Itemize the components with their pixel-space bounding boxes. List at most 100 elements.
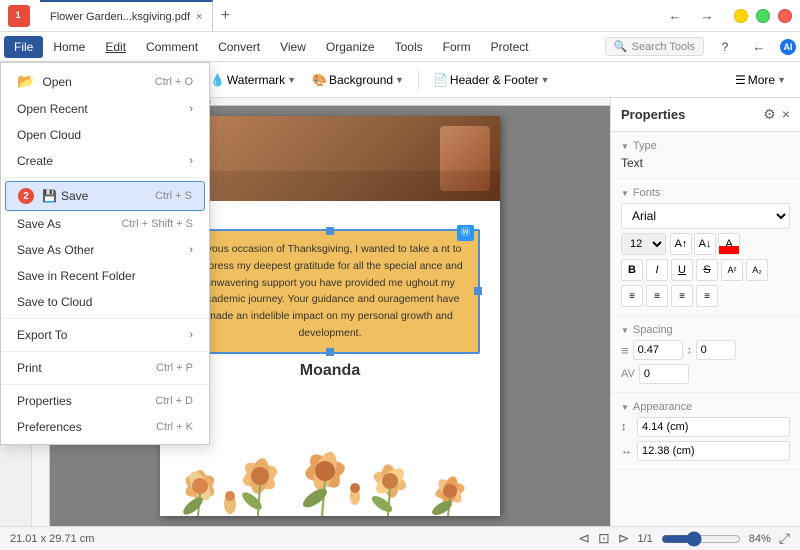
pdf-content: joyous occasion of Thanksgiving, I wante… — [160, 201, 500, 398]
text-style-row: B I U S A² A₂ — [621, 259, 790, 281]
watermark-icon: 💧 — [210, 73, 225, 87]
help-btn[interactable]: ? — [712, 37, 738, 57]
more-icon: ☰ — [735, 73, 746, 87]
toolbar-header-footer[interactable]: 📄 Header & Footer ▼ — [427, 69, 556, 91]
forward-btn[interactable]: → — [694, 6, 720, 26]
menu-view[interactable]: View — [270, 36, 316, 58]
minimize-btn[interactable] — [734, 9, 748, 23]
menu-comment[interactable]: Comment — [136, 36, 208, 58]
menu-edit[interactable]: Edit — [95, 36, 136, 58]
panel-fonts-section: Fonts Arial Times New Roman Helvetica 12… — [611, 179, 800, 316]
menu-save-as-other[interactable]: Save As Other › — [1, 237, 209, 263]
align-center-btn[interactable]: ≡ — [646, 285, 668, 307]
header-footer-arrow: ▼ — [541, 75, 550, 85]
zoom-level: 84% — [749, 533, 771, 545]
font-size-down-btn[interactable]: A↓ — [694, 233, 716, 255]
fit-page-btn[interactable]: ⊡ — [598, 530, 610, 547]
panel-settings-icon[interactable]: ⚙ — [763, 106, 776, 123]
back-btn[interactable]: ← — [662, 6, 688, 26]
menu-save-recent-folder[interactable]: Save in Recent Folder — [1, 263, 209, 289]
menu-open-cloud[interactable]: Open Cloud — [1, 122, 209, 148]
resize-handle-bottom[interactable] — [326, 348, 334, 356]
watermark-arrow: ▼ — [287, 75, 296, 85]
next-page-btn[interactable]: ⊳ — [618, 530, 630, 547]
panel-header: Properties ⚙ × — [611, 98, 800, 132]
menu-home[interactable]: Home — [43, 36, 95, 58]
zoom-slider[interactable] — [661, 531, 741, 547]
menu-export[interactable]: Export To › — [1, 322, 209, 348]
width-input[interactable] — [637, 441, 790, 461]
tab-area: Flower Garden...ksgiving.pdf × + — [40, 0, 654, 31]
underline-btn[interactable]: U — [671, 259, 693, 281]
fonts-label: Fonts — [621, 187, 790, 199]
menu-open-recent[interactable]: Open Recent › — [1, 96, 209, 122]
panel-type-section: Type Text — [611, 132, 800, 179]
menu-preferences[interactable]: Preferences Ctrl + K — [1, 414, 209, 440]
font-size-select[interactable]: 12 10 14 16 — [621, 233, 666, 255]
pdf-header — [160, 116, 500, 201]
search-tools[interactable]: 🔍 Search Tools — [605, 37, 704, 56]
toolbar-background[interactable]: 🎨 Background ▼ — [306, 69, 410, 91]
toolbar-watermark[interactable]: 💧 Watermark ▼ — [204, 69, 302, 91]
close-btn[interactable] — [778, 9, 792, 23]
fit-width-btn[interactable]: ⤢ — [779, 530, 790, 547]
strikethrough-btn[interactable]: S — [696, 259, 718, 281]
appearance-label: Appearance — [621, 401, 790, 413]
prev-page-btn[interactable]: ⊲ — [578, 530, 590, 547]
height-input[interactable] — [637, 417, 790, 437]
superscript-btn[interactable]: A² — [721, 259, 743, 281]
para-spacing-input[interactable] — [696, 340, 736, 360]
pdf-page: joyous occasion of Thanksgiving, I wante… — [160, 116, 500, 516]
bold-btn[interactable]: B — [621, 259, 643, 281]
menu-print[interactable]: Print Ctrl + P — [1, 355, 209, 381]
menu-open[interactable]: 📂Open Ctrl + O — [1, 67, 209, 96]
toolbar-sep-2 — [418, 70, 419, 90]
toolbar-more[interactable]: ☰ More ▼ — [729, 69, 792, 91]
align-justify-btn[interactable]: ≡ — [696, 285, 718, 307]
subscript-btn[interactable]: A₂ — [746, 259, 768, 281]
italic-btn[interactable]: I — [646, 259, 668, 281]
menu-separator-1 — [1, 177, 209, 178]
tab-close-btn[interactable]: × — [196, 11, 202, 23]
statusbar-right: ⊲ ⊡ ⊳ 1/1 84% ⤢ — [578, 530, 790, 547]
menu-protect[interactable]: Protect — [481, 36, 539, 58]
menu-convert[interactable]: Convert — [208, 36, 270, 58]
nav-back[interactable]: ← — [746, 37, 772, 57]
panel-title: Properties — [621, 107, 685, 122]
menu-separator-4 — [1, 384, 209, 385]
menu-tools[interactable]: Tools — [385, 36, 433, 58]
file-dropdown-menu: 📂Open Ctrl + O Open Recent › Open Cloud … — [0, 62, 210, 445]
window-controls: ← → — [662, 6, 792, 26]
text-box-content: joyous occasion of Thanksgiving, I wante… — [197, 243, 463, 339]
menu-file[interactable]: File — [4, 36, 43, 58]
text-box-selected[interactable]: joyous occasion of Thanksgiving, I wante… — [180, 229, 480, 354]
font-size-up-btn[interactable]: A↑ — [670, 233, 692, 255]
floral-decoration — [160, 376, 500, 516]
panel-appearance-section: Appearance ↕ ↔ — [611, 393, 800, 470]
active-tab[interactable]: Flower Garden...ksgiving.pdf × — [40, 0, 213, 31]
panel-close-icon[interactable]: × — [782, 106, 790, 123]
menu-properties[interactable]: Properties Ctrl + D — [1, 388, 209, 414]
right-panel: Properties ⚙ × Type Text Fonts Arial Tim… — [610, 98, 800, 526]
resize-handle-top[interactable] — [326, 227, 334, 235]
menu-save-as[interactable]: Save As Ctrl + Shift + S — [1, 211, 209, 237]
align-right-btn[interactable]: ≡ — [671, 285, 693, 307]
menu-organize[interactable]: Organize — [316, 36, 385, 58]
badge-1: 1 — [10, 7, 26, 23]
line-spacing-input[interactable] — [633, 340, 683, 360]
font-name-select[interactable]: Arial Times New Roman Helvetica — [621, 203, 790, 229]
menu-separator-2 — [1, 318, 209, 319]
menu-save[interactable]: 2 💾Save Ctrl + S — [5, 181, 205, 211]
char-spacing-input[interactable] — [639, 364, 689, 384]
panel-spacing-section: Spacing ≡ ↕ AV — [611, 316, 800, 393]
menu-create[interactable]: Create › — [1, 148, 209, 174]
maximize-btn[interactable] — [756, 9, 770, 23]
menu-form[interactable]: Form — [433, 36, 481, 58]
add-tab-btn[interactable]: + — [213, 4, 237, 28]
background-icon: 🎨 — [312, 73, 327, 87]
resize-handle-right[interactable] — [474, 287, 482, 295]
align-left-btn[interactable]: ≡ — [621, 285, 643, 307]
menu-save-cloud[interactable]: Save to Cloud — [1, 289, 209, 315]
width-icon: ↔ — [621, 445, 633, 457]
font-color-btn[interactable]: A — [718, 233, 740, 255]
